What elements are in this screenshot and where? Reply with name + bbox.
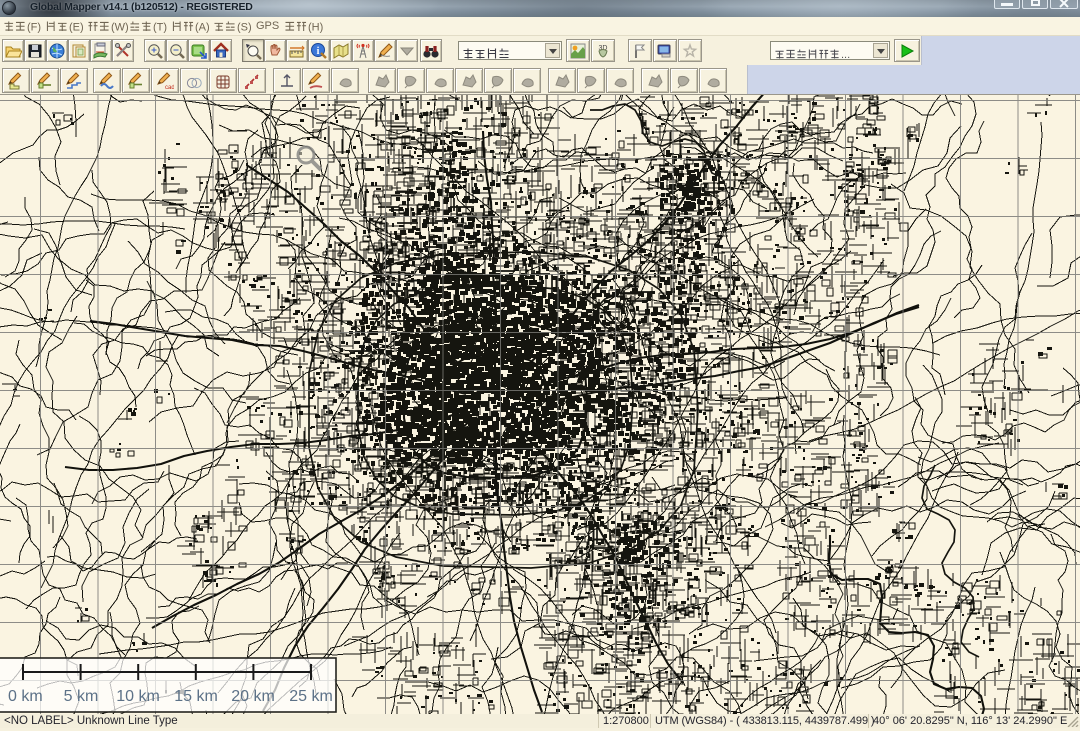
svg-text:0 km: 0 km — [8, 688, 43, 705]
svg-text:5 km: 5 km — [64, 688, 99, 705]
svg-text:i: i — [317, 46, 320, 57]
svg-text:10 km: 10 km — [116, 688, 160, 705]
svg-text:cads: cads — [165, 85, 174, 90]
svg-text:20 km: 20 km — [231, 688, 275, 705]
svg-text:25 km: 25 km — [289, 688, 333, 705]
svg-text:15 km: 15 km — [174, 688, 218, 705]
